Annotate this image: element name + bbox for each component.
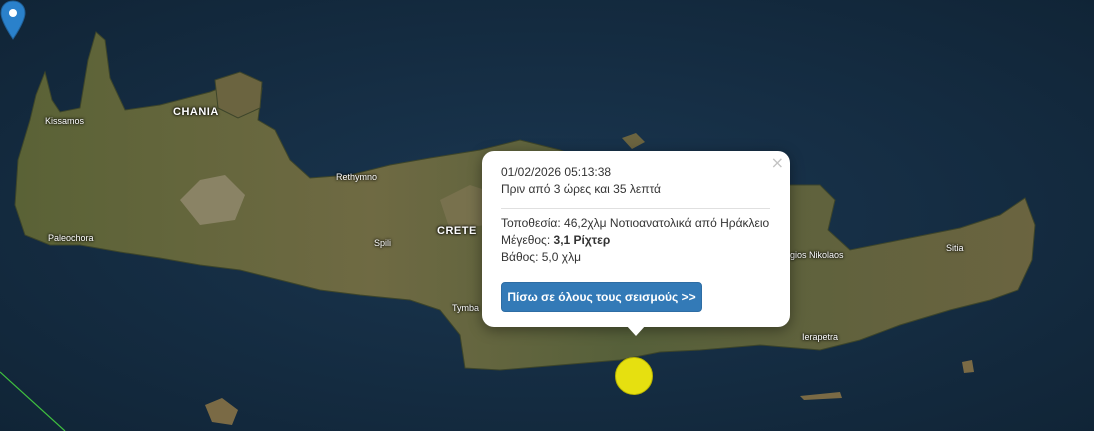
magnitude-label: Μέγεθος: (501, 233, 551, 247)
close-icon[interactable]: × (771, 153, 784, 172)
place-sitia: Sitia (946, 243, 964, 253)
quake-location: Τοποθεσία: 46,2χλμ Νοτιοανατολικά από Ηρ… (501, 216, 769, 230)
place-crete: CRETE (437, 225, 477, 237)
magnitude-value: 3,1 Ρίχτερ (553, 233, 611, 247)
koufonisi-island (962, 360, 974, 373)
quake-datetime: 01/02/2026 05:13:38 (501, 165, 612, 179)
place-tymbaki: Tymba (452, 303, 480, 313)
earthquake-marker[interactable] (615, 357, 653, 395)
place-rethymno: Rethymno (336, 172, 378, 182)
quake-time-ago: Πριν από 3 ώρες και 35 λεπτά (501, 182, 661, 196)
map-pin-icon[interactable] (0, 0, 26, 40)
quake-depth: Βάθος: 5,0 χλμ (501, 250, 581, 264)
place-ierapetra: Ierapetra (802, 332, 839, 342)
location-label: Τοποθεσία: (501, 216, 561, 230)
place-paleochora: Paleochora (48, 233, 94, 243)
location-value: 46,2χλμ Νοτιοανατολικά από Ηράκλειο (564, 216, 770, 230)
place-kissamos: Kissamos (45, 116, 85, 126)
earthquake-popup: × 01/02/2026 05:13:38 Πριν από 3 ώρες κα… (482, 151, 790, 327)
back-to-all-earthquakes-button[interactable]: Πίσω σε όλους τους σεισμούς >> (501, 282, 702, 312)
place-spili: Spili (374, 238, 392, 248)
popup-tip (626, 325, 646, 336)
place-chania: CHANIA (173, 106, 219, 118)
popup-divider (501, 208, 770, 209)
depth-label: Βάθος: (501, 250, 539, 264)
depth-value: 5,0 χλμ (541, 250, 581, 264)
quake-magnitude: Μέγεθος: 3,1 Ρίχτερ (501, 233, 610, 247)
place-agios-nikolaos: gios Nikolaos (790, 250, 844, 260)
